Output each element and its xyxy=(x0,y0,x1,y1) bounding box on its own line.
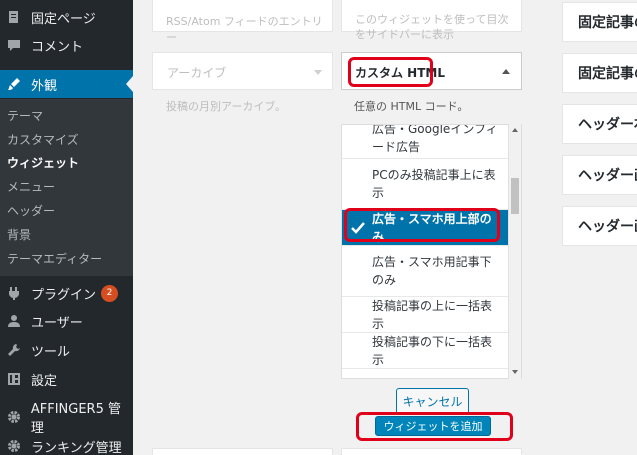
rss-widget-desc: RSS/Atom フィードのエントリー xyxy=(166,15,323,44)
admin-sidebar: 固定ページ コメント 外観 テーマ カスタマイズ ウィジェット メニュー ヘッダ… xyxy=(0,0,133,455)
area-option-label: 投稿記事の下に一括表示 xyxy=(372,334,493,367)
widget-box-bottom xyxy=(341,448,522,455)
widget-area-chooser[interactable]: 広告・Googleインフィード広告 PCのみ投稿記事上に表示 広告・スマホ用上部… xyxy=(341,124,522,379)
toc-widget-desc: このウィジェットを使って目次をサイドバーに表示 xyxy=(355,13,509,41)
highlight-add-button xyxy=(356,412,513,441)
menu-ranking-label: ランキング管理 xyxy=(31,440,122,455)
widget-area[interactable]: ヘッダー右 xyxy=(562,104,637,144)
update-count-badge: 2 xyxy=(101,284,119,302)
area-option[interactable]: PCのみ投稿記事上に表示 xyxy=(342,159,508,210)
list-scrollbar[interactable] xyxy=(508,124,521,379)
widget-area[interactable]: ヘッダー画 xyxy=(562,206,637,246)
submenu-theme-editor[interactable]: テーマエディター xyxy=(7,248,102,270)
wrench-icon xyxy=(6,342,22,358)
custom-html-widget-desc: 任意の HTML コード。 xyxy=(354,100,469,113)
area-option[interactable]: 投稿記事の上に一括表示 xyxy=(342,297,508,333)
gear-icon xyxy=(6,409,22,425)
widget-area[interactable]: 固定記事の xyxy=(562,53,637,93)
submenu-widgets[interactable]: ウィジェット xyxy=(7,152,79,174)
widget-box-bottom xyxy=(152,448,333,455)
widget-area-title: ヘッダー右 xyxy=(578,117,637,133)
menu-tools[interactable]: ツール xyxy=(0,336,133,364)
submenu-background[interactable]: 背景 xyxy=(7,224,31,246)
area-option-partial xyxy=(342,369,508,378)
menu-comments[interactable]: コメント xyxy=(0,31,133,59)
widget-area-title: ヘッダー画 xyxy=(578,168,637,184)
menu-plugins[interactable]: プラグイン 2 xyxy=(0,279,133,307)
submenu-theme[interactable]: テーマ xyxy=(7,105,43,127)
rss-widget: RSS/Atom フィードのエントリー xyxy=(152,0,333,44)
menu-appearance-label: 外観 xyxy=(31,78,58,94)
toc-widget: このウィジェットを使って目次をサイドバーに表示 xyxy=(341,0,522,41)
menu-affinger[interactable]: AFFINGER5 管理 xyxy=(0,402,133,436)
area-option-label: PCのみ投稿記事上に表示 xyxy=(372,168,496,200)
widget-area-title: ヘッダー画 xyxy=(578,219,637,235)
menu-users[interactable]: ユーザー xyxy=(0,307,133,335)
submenu-header[interactable]: ヘッダー xyxy=(7,200,55,222)
chevron-down-icon xyxy=(314,70,322,75)
widget-area-title: 固定記事の xyxy=(578,15,637,31)
widget-area-title: 固定記事の xyxy=(578,66,637,82)
widget-area[interactable]: ヘッダー画 xyxy=(562,155,637,195)
menu-comments-label: コメント xyxy=(31,39,84,55)
settings-icon xyxy=(6,371,22,387)
plugin-icon xyxy=(6,285,22,301)
cancel-button[interactable]: キャンセル xyxy=(396,388,469,414)
submenu-menus[interactable]: メニュー xyxy=(7,176,55,198)
archive-widget[interactable]: アーカイブ xyxy=(152,52,333,90)
menu-settings-label: 設定 xyxy=(31,373,58,389)
area-option-label: 広告・スマホ用記事下のみ xyxy=(372,255,492,287)
area-option-label: 投稿記事の上に一括表示 xyxy=(372,298,493,331)
menu-plugins-label: プラグイン xyxy=(31,287,97,303)
gear-icon xyxy=(6,438,22,454)
highlight-selected-area xyxy=(344,208,500,242)
menu-pages[interactable]: 固定ページ xyxy=(0,3,133,31)
menu-tools-label: ツール xyxy=(31,344,71,360)
archive-widget-desc: 投稿の月別アーカイブ。 xyxy=(166,100,287,113)
page-icon xyxy=(6,9,22,25)
chevron-up-icon[interactable] xyxy=(502,69,510,74)
menu-settings[interactable]: 設定 xyxy=(0,365,133,393)
scroll-down-icon[interactable] xyxy=(512,370,518,374)
scroll-up-icon[interactable] xyxy=(512,128,518,132)
appearance-submenu: テーマ カスタマイズ ウィジェット メニュー ヘッダー 背景 テーマエディター xyxy=(0,99,133,276)
user-icon xyxy=(6,313,22,329)
area-option[interactable]: 投稿記事の下に一括表示 xyxy=(342,333,508,369)
appearance-icon xyxy=(6,76,22,92)
comment-icon xyxy=(6,37,22,53)
area-option[interactable]: 広告・Googleインフィード広告 xyxy=(342,124,508,159)
menu-affinger-label: AFFINGER5 管理 xyxy=(30,402,121,436)
widget-area[interactable]: 固定記事の xyxy=(562,2,637,42)
menu-ranking[interactable]: ランキング管理 xyxy=(0,432,133,455)
highlight-widget-title xyxy=(348,57,433,87)
scrollbar-thumb[interactable] xyxy=(511,178,519,214)
archive-widget-title: アーカイブ xyxy=(167,66,227,80)
menu-users-label: ユーザー xyxy=(31,315,83,331)
submenu-customize[interactable]: カスタマイズ xyxy=(7,129,79,151)
area-option-label: 広告・Googleインフィード広告 xyxy=(372,124,498,154)
menu-pages-label: 固定ページ xyxy=(31,11,96,27)
area-option[interactable]: 広告・スマホ用記事下のみ xyxy=(342,246,508,297)
menu-appearance[interactable]: 外観 xyxy=(0,70,133,98)
